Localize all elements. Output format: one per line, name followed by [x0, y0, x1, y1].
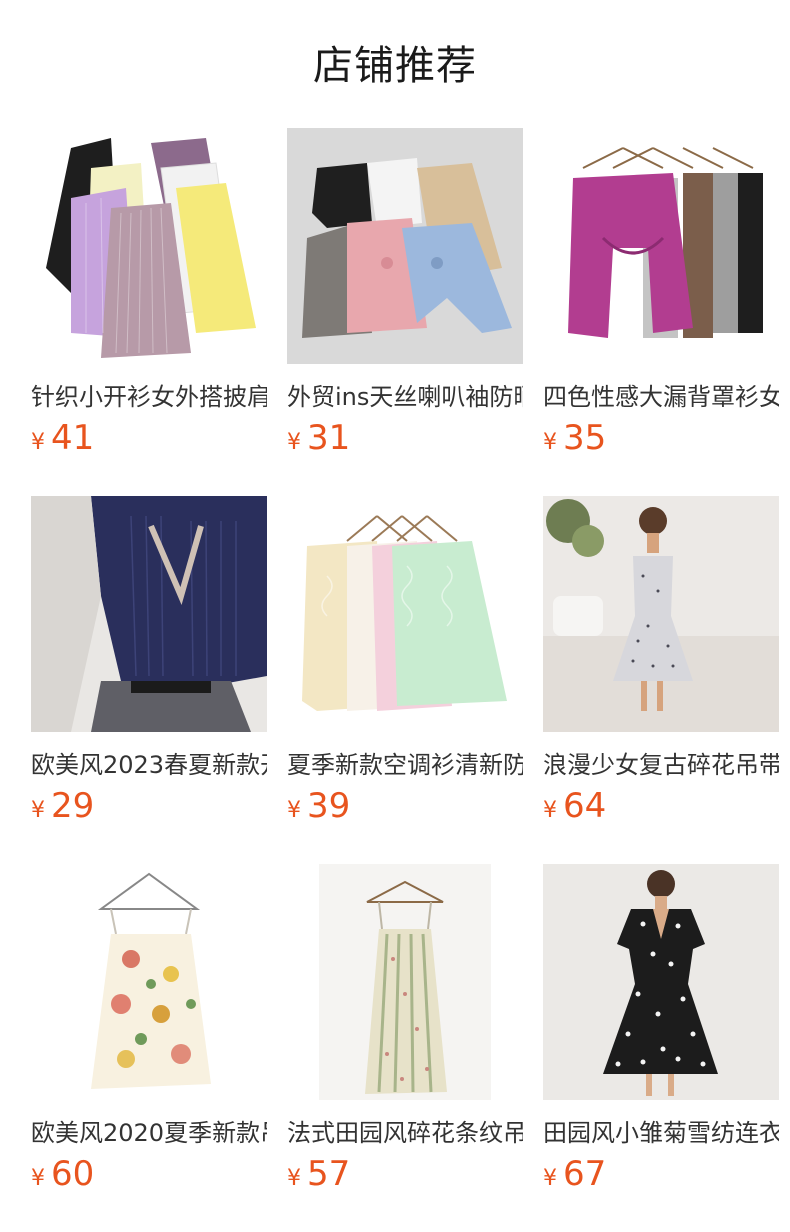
- currency-symbol: ¥: [543, 798, 557, 823]
- product-image[interactable]: [287, 864, 523, 1100]
- product-card[interactable]: 外贸ins天丝喇叭袖防晒 ¥31: [287, 128, 523, 496]
- price-value: 60: [51, 1154, 95, 1194]
- price-value: 29: [51, 786, 95, 826]
- product-image[interactable]: [543, 864, 779, 1100]
- product-image[interactable]: [543, 496, 779, 732]
- product-image[interactable]: [287, 128, 523, 364]
- product-image[interactable]: [287, 496, 523, 732]
- currency-symbol: ¥: [31, 798, 45, 823]
- product-title[interactable]: 夏季新款空调衫清新防晒: [287, 748, 523, 782]
- tie-front-tops-picture: [287, 128, 523, 364]
- product-price: ¥57: [287, 1154, 523, 1194]
- product-card[interactable]: 欧美风2020夏季新款吊带 ¥60: [31, 864, 267, 1232]
- product-price: ¥60: [31, 1154, 267, 1194]
- product-price: ¥67: [543, 1154, 779, 1194]
- floral-slip-dress-picture: [31, 864, 267, 1100]
- product-image[interactable]: [543, 128, 779, 364]
- product-card[interactable]: 针织小开衫女外搭披肩 ¥41: [31, 128, 267, 496]
- product-price: ¥35: [543, 418, 779, 458]
- currency-symbol: ¥: [287, 430, 301, 455]
- product-image[interactable]: [31, 864, 267, 1100]
- daisy-dress-model-picture: [543, 864, 779, 1100]
- product-price: ¥39: [287, 786, 523, 826]
- product-title[interactable]: 田园风小雏菊雪纺连衣裙: [543, 1116, 779, 1150]
- product-title[interactable]: 欧美风2023春夏新款开衫: [31, 748, 267, 782]
- product-title[interactable]: 四色性感大漏背罩衫女: [543, 380, 779, 414]
- price-value: 57: [307, 1154, 351, 1194]
- navy-cardigan-picture: [31, 496, 267, 732]
- currency-symbol: ¥: [543, 430, 557, 455]
- product-card[interactable]: 法式田园风碎花条纹吊带 ¥57: [287, 864, 523, 1232]
- price-value: 41: [51, 418, 95, 458]
- product-card[interactable]: 四色性感大漏背罩衫女 ¥35: [543, 128, 779, 496]
- product-title[interactable]: 浪漫少女复古碎花吊带裙: [543, 748, 779, 782]
- product-card[interactable]: 浪漫少女复古碎花吊带裙 ¥64: [543, 496, 779, 864]
- knit-cardigans-picture: [31, 128, 267, 364]
- store-recommendations-page: 店铺推荐 针织小开衫女外搭披肩 ¥ 41 外贸ins天丝喇叭袖防晒 ¥ 31 四…: [0, 0, 790, 1232]
- currency-symbol: ¥: [31, 430, 45, 455]
- product-image[interactable]: [31, 496, 267, 732]
- product-title[interactable]: 外贸ins天丝喇叭袖防晒: [287, 380, 523, 414]
- product-title[interactable]: 针织小开衫女外搭披肩: [31, 380, 267, 414]
- striped-slip-dress-picture: [287, 864, 523, 1100]
- product-image[interactable]: [31, 128, 267, 364]
- page-title: 店铺推荐: [313, 43, 477, 89]
- product-price: ¥64: [543, 786, 779, 826]
- price-value: 35: [563, 418, 607, 458]
- price-value: 39: [307, 786, 351, 826]
- product-price: ¥41: [31, 418, 267, 458]
- currency-symbol: ¥: [543, 1166, 557, 1191]
- product-grid: 针织小开衫女外搭披肩 ¥41 外贸ins天丝喇叭袖防晒 ¥ 31 四色性感大漏背…: [31, 128, 779, 1232]
- currency-symbol: ¥: [287, 1166, 301, 1191]
- product-title[interactable]: 法式田园风碎花条纹吊带: [287, 1116, 523, 1150]
- product-card[interactable]: 欧美风2023春夏新款开衫 ¥29: [31, 496, 267, 864]
- product-title[interactable]: 欧美风2020夏季新款吊带: [31, 1116, 267, 1150]
- product-card[interactable]: 田园风小雏菊雪纺连衣裙 ¥67: [543, 864, 779, 1232]
- price-value: 64: [563, 786, 607, 826]
- price-value: 67: [563, 1154, 607, 1194]
- product-price: ¥29: [31, 786, 267, 826]
- price-value: 31: [307, 418, 351, 458]
- draped-tops-picture: [543, 128, 779, 364]
- product-price: ¥31: [287, 418, 523, 458]
- pastel-cardigans-picture: [287, 496, 523, 732]
- floral-dress-model-picture: [543, 496, 779, 732]
- product-card[interactable]: 夏季新款空调衫清新防晒 ¥39: [287, 496, 523, 864]
- currency-symbol: ¥: [287, 798, 301, 823]
- currency-symbol: ¥: [31, 1166, 45, 1191]
